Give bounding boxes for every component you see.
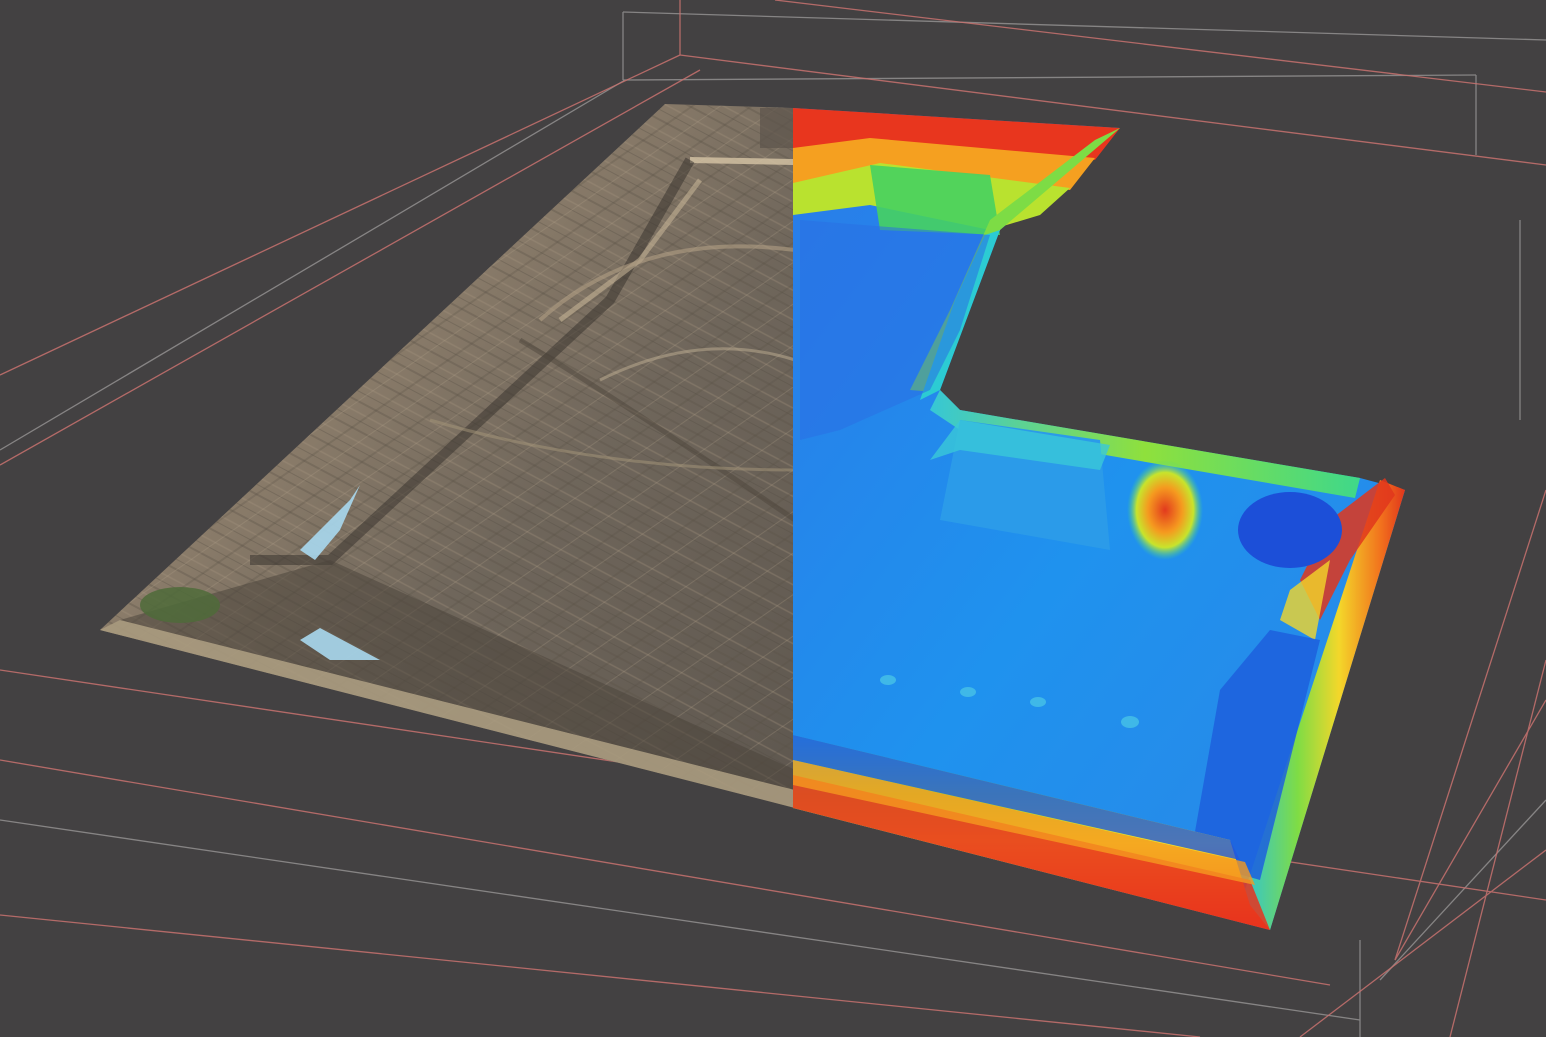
aerial-photo-texture [100, 104, 793, 808]
mound-peak [1127, 460, 1203, 560]
3d-scene[interactable] [0, 0, 1546, 1037]
elevation-heatmap [793, 108, 1405, 930]
3d-viewport[interactable] [0, 0, 1546, 1037]
vegetation [140, 587, 220, 623]
pond-depression [1238, 492, 1342, 568]
